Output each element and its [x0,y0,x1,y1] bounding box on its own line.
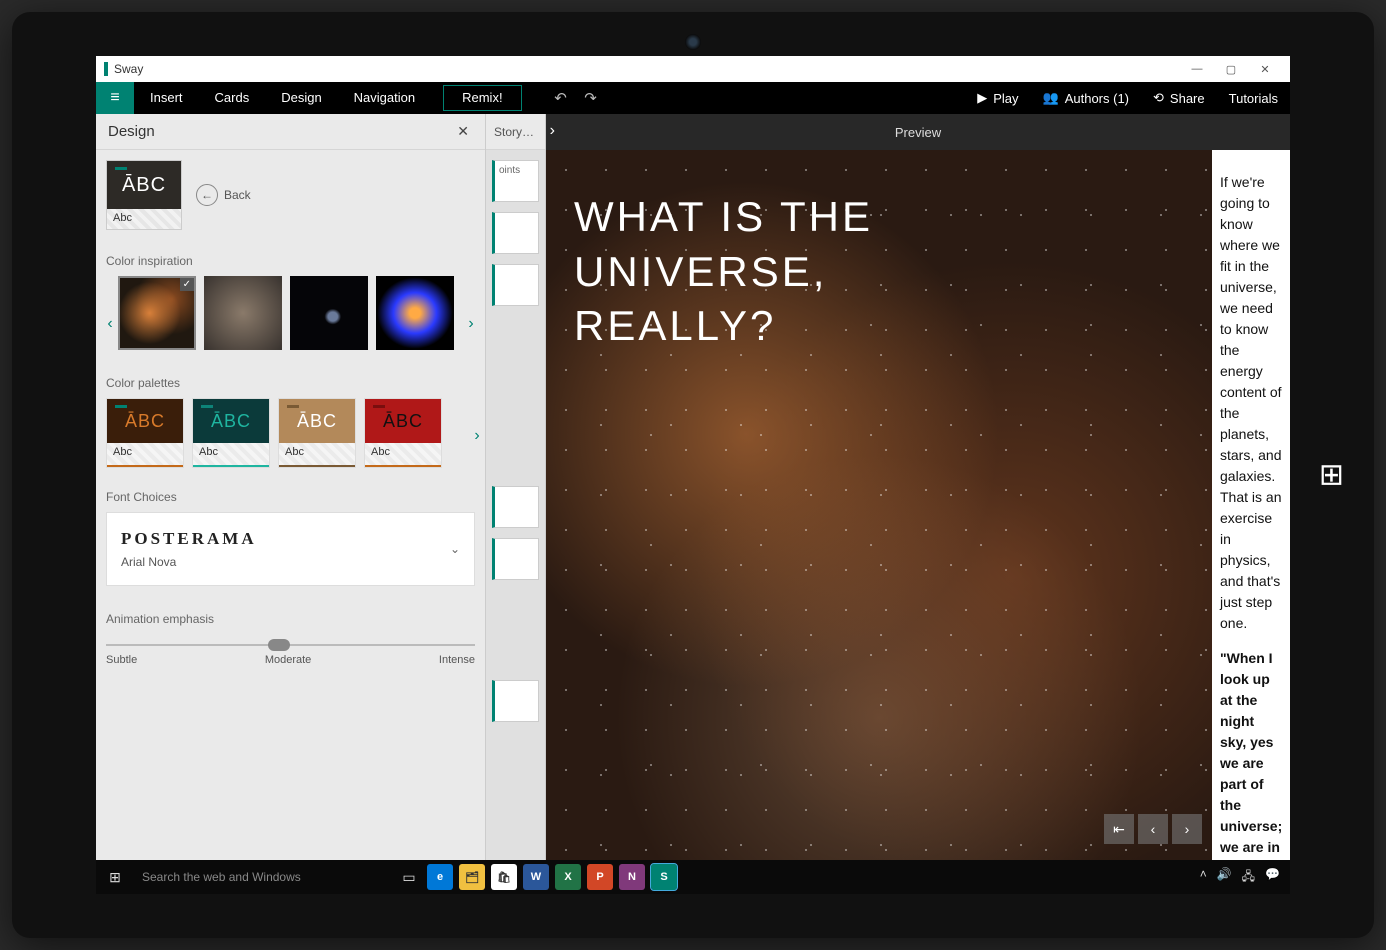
anim-mark-subtle: Subtle [106,654,137,666]
preview-quote: "When I look up at the night sky, yes we… [1220,648,1282,860]
tab-insert[interactable]: Insert [134,82,199,114]
people-icon: 👥 [1043,90,1059,106]
undo-button[interactable]: ↶ [546,89,576,107]
back-arrow-icon: ← [196,184,218,206]
main-area: Design ✕ ĀBC Abc ← Back [96,114,1290,860]
font-choices-dropdown[interactable]: POSTERAMA Arial Nova ⌄ [106,512,475,586]
color-inspiration-thumb-3[interactable] [290,276,368,350]
store-icon[interactable]: 🛍 [491,864,517,890]
palette-option-1[interactable]: ĀBCAbc [106,398,184,468]
design-panel-header: Design ✕ [96,114,485,150]
font-choices-label: Font Choices [106,490,475,504]
tab-navigation[interactable]: Navigation [338,82,431,114]
share-button[interactable]: ⟲ Share [1141,90,1217,106]
redo-button[interactable]: ↷ [576,89,606,107]
preview-first[interactable]: ⇤ [1104,814,1134,844]
color-inspiration-thumb-2[interactable] [204,276,282,350]
tab-design[interactable]: Design [265,82,337,114]
preview-body[interactable]: If we're going to know where we fit in t… [1212,150,1290,860]
story-card[interactable]: oints [492,160,539,202]
taskbar-search[interactable]: Search the web and Windows [134,870,394,884]
storyline-label: Story… [486,114,545,150]
tray-notifications-icon[interactable]: 💬 [1265,867,1280,888]
design-panel-title: Design [108,123,155,140]
preview-hero[interactable]: WHAT IS THE UNIVERSE, REALLY? ⇤ ‹ › [546,150,1212,860]
animation-slider-thumb[interactable] [268,639,290,651]
color-inspiration-label: Color inspiration [106,254,475,268]
storyline-column: Story… › oints [486,114,546,860]
hamburger-button[interactable]: ≡ [96,82,134,114]
sway-icon[interactable]: S [651,864,677,890]
play-button[interactable]: ▶ Play [965,90,1030,106]
preview-label: Preview [546,114,1290,150]
file-explorer-icon[interactable]: 🗂 [459,864,485,890]
anim-mark-moderate: Moderate [265,654,311,666]
storyline-expand[interactable]: › [550,122,555,140]
ci-prev[interactable]: ‹ [102,316,118,332]
story-card[interactable] [492,538,539,580]
design-panel: Design ✕ ĀBC Abc ← Back [96,114,486,860]
tablet-frame: ⊞ Sway — ▢ ✕ ≡ Insert Cards Design Navig… [12,12,1374,938]
word-icon[interactable]: W [523,864,549,890]
tutorials-button[interactable]: Tutorials [1217,91,1290,106]
taskbar: ⊞ Search the web and Windows ▭ e 🗂 🛍 W X… [96,860,1290,894]
tray-network-icon[interactable]: 🖧 [1242,867,1255,888]
ribbon: ≡ Insert Cards Design Navigation Remix! … [96,82,1290,114]
animation-slider[interactable] [106,644,475,646]
story-card[interactable] [492,680,539,722]
animation-emphasis-label: Animation emphasis [106,612,475,626]
font-body-name: Arial Nova [121,555,460,569]
tray-chevron-icon[interactable]: ˄ [1200,867,1207,888]
share-icon: ⟲ [1153,90,1164,106]
windows-hardware-button[interactable]: ⊞ [1319,458,1344,493]
font-heading-name: POSTERAMA [121,529,460,549]
current-style-swatch[interactable]: ĀBC Abc [106,160,182,230]
onenote-icon[interactable]: N [619,864,645,890]
preview-next[interactable]: › [1172,814,1202,844]
authors-button[interactable]: 👥 Authors (1) [1031,90,1142,106]
tray-volume-icon[interactable]: 🔊 [1217,867,1232,888]
back-button[interactable]: ← Back [196,184,251,206]
design-panel-close[interactable]: ✕ [453,123,473,140]
excel-icon[interactable]: X [555,864,581,890]
color-palettes-label: Color palettes [106,376,475,390]
minimize-button[interactable]: — [1180,63,1214,75]
window-titlebar: Sway — ▢ ✕ [96,56,1290,82]
edge-icon[interactable]: e [427,864,453,890]
titlebar-accent [104,62,108,76]
chevron-down-icon: ⌄ [450,542,460,556]
ci-next[interactable]: › [463,316,479,332]
maximize-button[interactable]: ▢ [1214,63,1248,76]
color-inspiration-thumb-1[interactable] [118,276,196,350]
play-icon: ▶ [977,90,987,106]
tab-cards[interactable]: Cards [199,82,266,114]
anim-mark-intense: Intense [439,654,475,666]
remix-button[interactable]: Remix! [443,85,521,111]
preview-pane: Preview WHAT IS THE UNIVERSE, REALLY? ⇤ … [546,114,1290,860]
palette-option-3[interactable]: ĀBCAbc [278,398,356,468]
color-inspiration-thumb-4[interactable] [376,276,454,350]
app-title: Sway [114,62,143,76]
start-button[interactable]: ⊞ [96,869,134,886]
palette-next[interactable]: › [469,428,485,444]
powerpoint-icon[interactable]: P [587,864,613,890]
palette-option-4[interactable]: ĀBCAbc [364,398,442,468]
story-card[interactable] [492,264,539,306]
preview-body-p1: If we're going to know where we fit in t… [1220,172,1282,634]
preview-headline: WHAT IS THE UNIVERSE, REALLY? [546,150,1066,394]
preview-prev[interactable]: ‹ [1138,814,1168,844]
palette-option-2[interactable]: ĀBCAbc [192,398,270,468]
story-card[interactable] [492,486,539,528]
screen: Sway — ▢ ✕ ≡ Insert Cards Design Navigat… [96,56,1290,894]
story-card[interactable] [492,212,539,254]
close-window-button[interactable]: ✕ [1248,63,1282,76]
task-view-button[interactable]: ▭ [394,862,424,892]
